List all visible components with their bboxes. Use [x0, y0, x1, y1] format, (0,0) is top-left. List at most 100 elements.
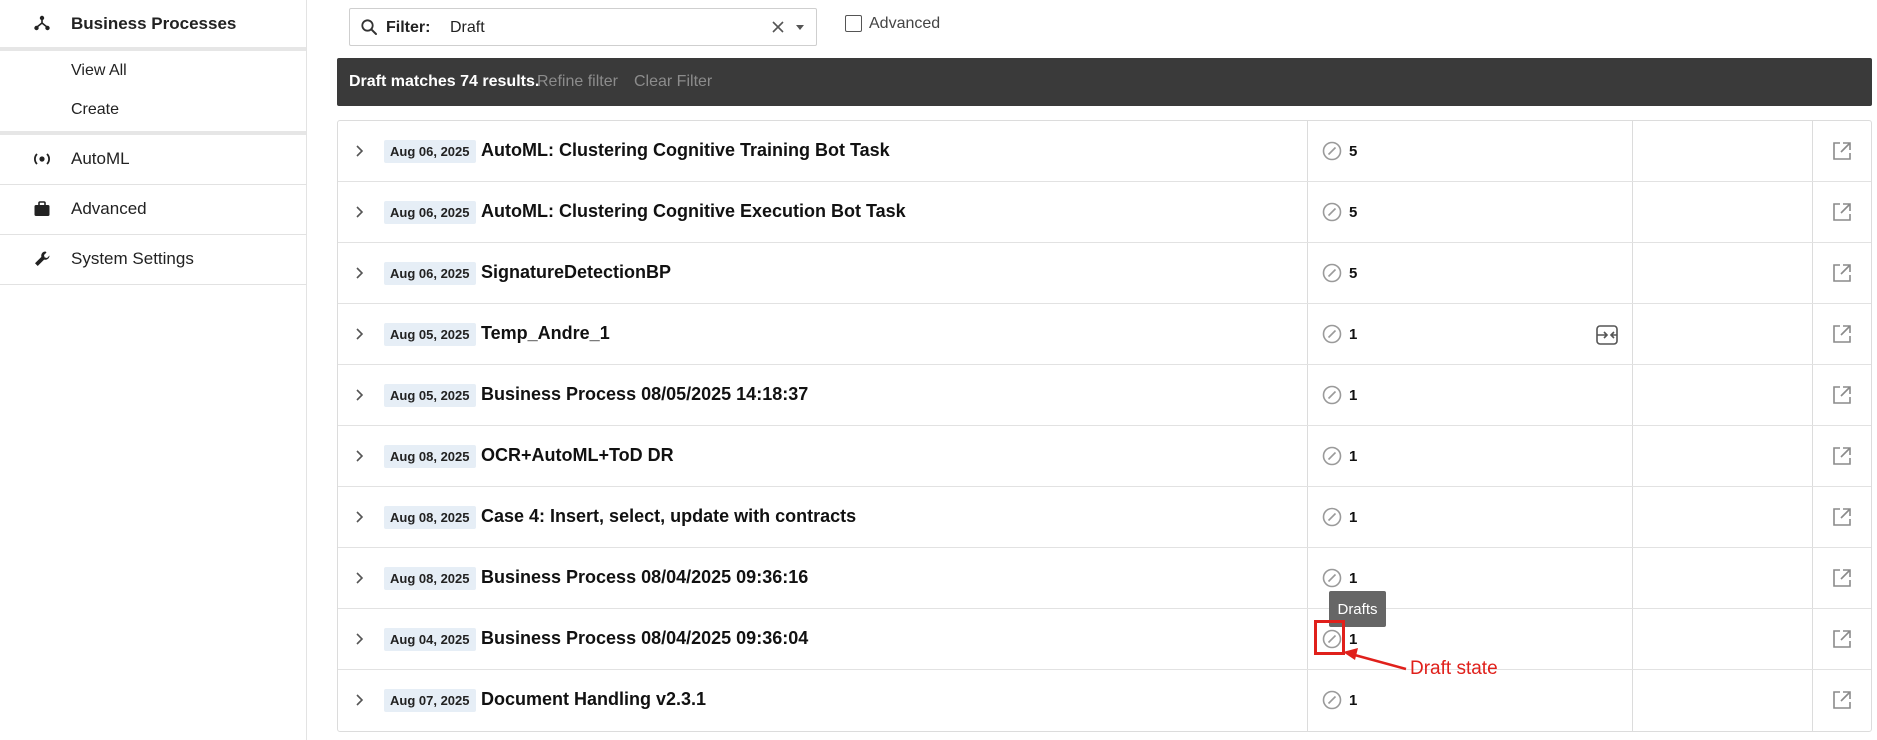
open-external-icon[interactable]: [1831, 445, 1853, 472]
table-row[interactable]: Aug 07, 2025 Document Handling v2.3.1 1: [338, 670, 1871, 731]
advanced-label: Advanced: [869, 15, 941, 32]
open-external-icon[interactable]: [1831, 201, 1853, 228]
version-count: 1: [1349, 509, 1358, 526]
open-external-icon[interactable]: [1831, 506, 1853, 533]
chevron-right-icon[interactable]: [353, 507, 367, 532]
table-row[interactable]: Aug 05, 2025 Business Process 08/05/2025…: [338, 365, 1871, 426]
sidebar-subitem-view-all[interactable]: View All: [0, 57, 306, 87]
version-count: 1: [1349, 326, 1358, 343]
sidebar-item-label: Advanced: [71, 199, 147, 218]
filter-input[interactable]: Filter: Draft: [349, 8, 817, 46]
filter-label: Filter:: [386, 19, 431, 36]
automl-icon: [30, 147, 54, 171]
process-name[interactable]: AutoML: Clustering Cognitive Execution B…: [481, 201, 906, 222]
chevron-right-icon[interactable]: [353, 629, 367, 654]
table-row[interactable]: Aug 04, 2025 Business Process 08/04/2025…: [338, 609, 1871, 670]
draft-state-icon[interactable]: [1321, 323, 1343, 350]
sidebar-item-business-processes[interactable]: Business Processes: [0, 0, 306, 47]
draft-state-icon[interactable]: [1321, 689, 1343, 716]
annotation-label: Draft state: [1410, 658, 1498, 679]
draft-state-icon[interactable]: [1321, 445, 1343, 472]
table-row[interactable]: Aug 06, 2025 AutoML: Clustering Cognitiv…: [338, 121, 1871, 182]
chevron-right-icon[interactable]: [353, 263, 367, 288]
open-external-icon[interactable]: [1831, 262, 1853, 289]
table-row[interactable]: Aug 08, 2025 Case 4: Insert, select, upd…: [338, 487, 1871, 548]
chevron-right-icon[interactable]: [353, 202, 367, 227]
draft-state-icon[interactable]: [1321, 140, 1343, 167]
date-badge: Aug 06, 2025: [384, 140, 476, 163]
hierarchy-icon: [30, 11, 54, 35]
process-name[interactable]: Case 4: Insert, select, update with cont…: [481, 506, 856, 527]
date-badge: Aug 05, 2025: [384, 384, 476, 407]
version-count: 5: [1349, 204, 1358, 221]
close-icon[interactable]: [768, 17, 788, 42]
process-name[interactable]: Business Process 08/05/2025 14:18:37: [481, 384, 808, 405]
date-badge: Aug 08, 2025: [384, 445, 476, 468]
process-name[interactable]: OCR+AutoML+ToD DR: [481, 445, 674, 466]
briefcase-icon: [30, 197, 54, 221]
merge-icon[interactable]: [1594, 323, 1620, 352]
clear-filter-link[interactable]: Clear Filter: [634, 73, 712, 91]
sidebar-subitem-label: View All: [71, 62, 127, 79]
results-bar: Draft matches 74 results. Refine filter …: [337, 58, 1872, 106]
chevron-right-icon[interactable]: [353, 446, 367, 471]
sidebar-item-label: Business Processes: [71, 14, 237, 33]
process-name[interactable]: Document Handling v2.3.1: [481, 689, 706, 710]
draft-state-icon[interactable]: [1321, 506, 1343, 533]
sidebar-subitem-label: Create: [71, 101, 120, 118]
refine-filter-link[interactable]: Refine filter: [537, 73, 618, 91]
draft-state-icon[interactable]: [1321, 384, 1343, 411]
open-external-icon[interactable]: [1831, 689, 1853, 716]
table-row[interactable]: Aug 08, 2025 Business Process 08/04/2025…: [338, 548, 1871, 609]
chevron-right-icon[interactable]: [353, 568, 367, 593]
sidebar-item-system-settings[interactable]: System Settings: [0, 235, 306, 283]
draft-state-icon[interactable]: [1321, 201, 1343, 228]
sidebar-item-label: System Settings: [71, 249, 194, 268]
date-badge: Aug 05, 2025: [384, 323, 476, 346]
filter-value: Draft: [450, 19, 485, 36]
open-external-icon[interactable]: [1831, 323, 1853, 350]
highlight-box: [1314, 620, 1345, 655]
sidebar-item-automl[interactable]: AutoML: [0, 135, 306, 183]
date-badge: Aug 07, 2025: [384, 689, 476, 712]
open-external-icon[interactable]: [1831, 567, 1853, 594]
process-name[interactable]: AutoML: Clustering Cognitive Training Bo…: [481, 140, 890, 161]
chevron-down-icon[interactable]: [791, 17, 809, 42]
date-badge: Aug 08, 2025: [384, 567, 476, 590]
version-count: 1: [1349, 387, 1358, 404]
open-external-icon[interactable]: [1831, 628, 1853, 655]
sidebar-item-advanced[interactable]: Advanced: [0, 185, 306, 233]
open-external-icon[interactable]: [1831, 140, 1853, 167]
date-badge: Aug 08, 2025: [384, 506, 476, 529]
divider: [0, 284, 306, 285]
process-name[interactable]: Temp_Andre_1: [481, 323, 610, 344]
version-count: 1: [1349, 570, 1358, 587]
date-badge: Aug 06, 2025: [384, 201, 476, 224]
chevron-right-icon[interactable]: [353, 324, 367, 349]
version-count: 1: [1349, 448, 1358, 465]
process-name[interactable]: Business Process 08/04/2025 09:36:16: [481, 567, 808, 588]
results-table: Aug 06, 2025 AutoML: Clustering Cognitiv…: [337, 120, 1872, 732]
chevron-right-icon[interactable]: [353, 385, 367, 410]
table-row[interactable]: Aug 06, 2025 SignatureDetectionBP 5: [338, 243, 1871, 304]
advanced-checkbox[interactable]: [845, 15, 862, 32]
results-summary: Draft matches 74 results.: [349, 73, 540, 90]
open-external-icon[interactable]: [1831, 384, 1853, 411]
draft-state-icon[interactable]: [1321, 262, 1343, 289]
process-name[interactable]: Business Process 08/04/2025 09:36:04: [481, 628, 808, 649]
date-badge: Aug 06, 2025: [384, 262, 476, 285]
process-name[interactable]: SignatureDetectionBP: [481, 262, 671, 283]
chevron-right-icon[interactable]: [353, 141, 367, 166]
sidebar-item-label: AutoML: [71, 149, 130, 168]
version-count: 5: [1349, 143, 1358, 160]
wrench-icon: [30, 247, 54, 271]
sidebar: Business Processes View All Create AutoM…: [0, 0, 307, 740]
table-row[interactable]: Aug 06, 2025 AutoML: Clustering Cognitiv…: [338, 182, 1871, 243]
divider: [0, 47, 306, 51]
table-row[interactable]: Aug 05, 2025 Temp_Andre_1 1: [338, 304, 1871, 365]
table-row[interactable]: Aug 08, 2025 OCR+AutoML+ToD DR 1: [338, 426, 1871, 487]
version-count: 1: [1349, 631, 1358, 648]
sidebar-subitem-create[interactable]: Create: [0, 96, 306, 126]
chevron-right-icon[interactable]: [353, 690, 367, 715]
draft-state-icon[interactable]: [1321, 567, 1343, 594]
